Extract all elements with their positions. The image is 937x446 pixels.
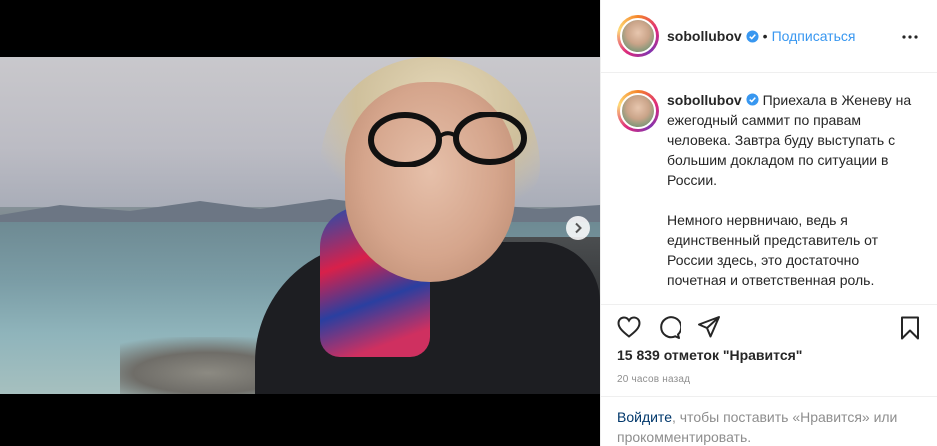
carousel-next-button[interactable] [566,216,590,240]
avatar-image [620,93,656,129]
instagram-post: sobollubov • Подписаться sobollubov Прие… [0,0,937,446]
author-username[interactable]: sobollubov [667,28,742,44]
caption-username[interactable]: sobollubov [667,92,742,108]
more-horizontal-icon [902,35,918,39]
post-caption: sobollubov Приехала в Женеву на ежегодны… [617,90,922,290]
post-sidebar: sobollubov • Подписаться sobollubov Прие… [600,0,937,446]
caption-author-avatar[interactable] [617,90,659,132]
avatar-image [620,18,656,54]
header-separator: • [762,28,768,44]
author-avatar[interactable] [617,15,659,57]
save-button[interactable] [896,314,924,342]
caption-text: sobollubov Приехала в Женеву на ежегодны… [667,90,917,290]
comment-button[interactable] [655,313,683,341]
post-media [0,0,600,446]
comment-icon [660,316,681,339]
verified-badge-icon [746,29,759,43]
login-link[interactable]: Войдите [617,409,672,425]
caption-paragraph-2: Немного нервничаю, ведь я единственный п… [667,212,879,288]
heart-icon [617,316,641,338]
share-button[interactable] [695,313,723,341]
like-button[interactable] [615,313,643,341]
login-prompt: Войдите, чтобы поставить «Нравится» или … [601,396,937,446]
post-header: sobollubov • Подписаться [601,0,937,73]
bookmark-icon [901,316,919,340]
likes-count[interactable]: 15 839 отметок "Нравится" [617,347,802,363]
chevron-right-icon [575,222,582,234]
glasses-shape [368,112,527,167]
share-icon [698,316,720,338]
post-timestamp[interactable]: 20 часов назад [617,374,690,385]
more-options-button[interactable] [898,27,922,47]
verified-badge-icon [746,93,759,106]
post-photo[interactable] [0,57,600,394]
follow-button[interactable]: Подписаться [772,28,856,44]
post-actions [601,304,937,349]
